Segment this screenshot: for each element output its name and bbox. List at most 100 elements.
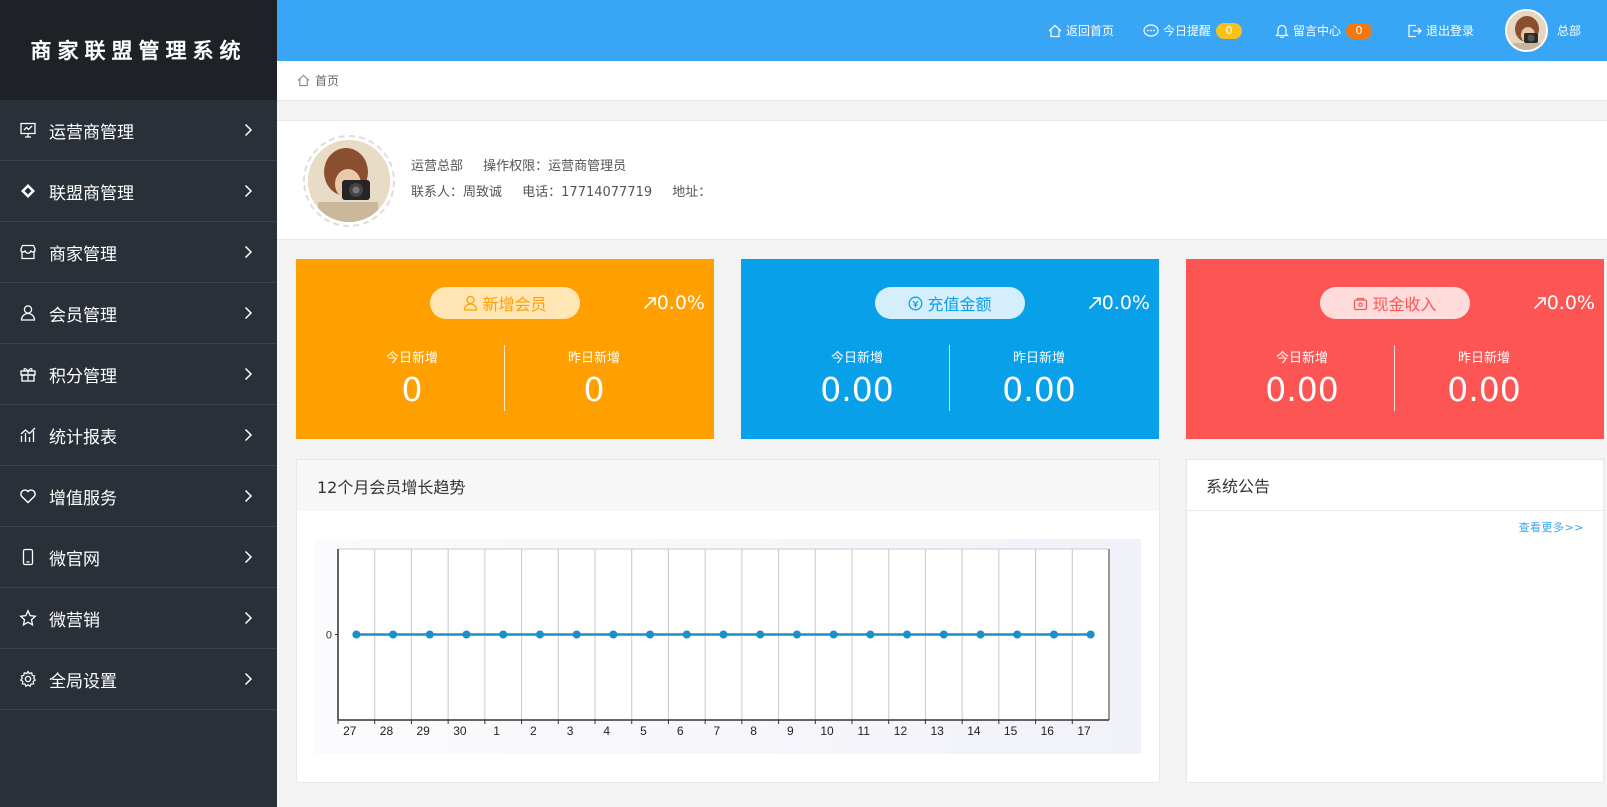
sidebar-item-9[interactable]: 全局设置 — [0, 649, 277, 710]
card-trend: 0.0% — [643, 292, 705, 314]
sidebar-item-5[interactable]: 统计报表 — [0, 405, 277, 466]
sidebar-item-3[interactable]: 会员管理 — [0, 283, 277, 344]
view-more-link[interactable]: 查看更多>> — [1519, 519, 1584, 535]
data-point — [756, 630, 765, 639]
today-label: 今日新增 — [830, 351, 883, 366]
x-tick-label: 5 — [640, 724, 647, 738]
logout-icon — [1408, 24, 1422, 37]
x-tick-label: 17 — [1077, 724, 1091, 738]
data-point — [976, 630, 985, 639]
user-icon — [19, 304, 37, 322]
x-tick-label: 15 — [1004, 724, 1018, 738]
chevron-right-icon — [244, 550, 253, 564]
diamond-icon — [19, 182, 37, 200]
data-point — [646, 630, 655, 639]
sidebar-item-label: 积分管理 — [49, 366, 117, 387]
x-tick-label: 30 — [453, 724, 467, 738]
user-name[interactable]: 总部 — [1557, 0, 1581, 61]
trend-up-icon — [643, 297, 656, 310]
card-title: 新增会员 — [482, 295, 547, 314]
store-icon — [19, 243, 37, 261]
chart-icon — [19, 426, 37, 444]
profile-phone: 电话：17714077719 — [522, 185, 653, 200]
chevron-right-icon — [244, 428, 253, 442]
home-link[interactable]: 返回首页 — [1048, 0, 1114, 61]
home-link-label: 返回首页 — [1066, 24, 1115, 38]
home-icon — [297, 74, 310, 87]
sidebar-item-label: 商家管理 — [49, 244, 117, 265]
sidebar-item-2[interactable]: 商家管理 — [0, 222, 277, 283]
trend-up-icon — [1533, 297, 1546, 310]
x-tick-label: 14 — [967, 724, 981, 738]
reminder-link[interactable]: 今日提醒 0 — [1143, 0, 1243, 61]
today-stat: 今日新增 0 — [312, 347, 512, 409]
recharge-amount-card: 充值金额 0.0% 今日新增 0.00 昨日新增 0.00 — [741, 259, 1159, 439]
data-point — [866, 630, 875, 639]
today-label: 今日新增 — [385, 351, 438, 366]
chevron-right-icon — [244, 245, 253, 259]
logout-link[interactable]: 退出登录 — [1407, 0, 1474, 61]
messages-link[interactable]: 留言中心 0 — [1275, 0, 1373, 61]
presentation-icon — [19, 121, 37, 139]
sidebar-item-4[interactable]: 积分管理 — [0, 344, 277, 405]
data-point — [572, 630, 581, 639]
card-trend-value: 0.0% — [656, 292, 705, 314]
sidebar-item-6[interactable]: 增值服务 — [0, 466, 277, 527]
yesterday-label: 昨日新增 — [567, 351, 620, 366]
y-tick-label: 0 — [326, 630, 332, 642]
data-point — [389, 630, 398, 639]
profile-line-2: 联系人：周致诚 电话：17714077719 地址： — [411, 181, 727, 200]
chevron-right-icon — [244, 123, 253, 137]
heart-icon — [19, 487, 37, 505]
sidebar-item-7[interactable]: 微官网 — [0, 527, 277, 588]
star-icon — [19, 609, 37, 627]
breadcrumb-home[interactable]: 首页 — [315, 72, 339, 89]
messages-badge: 0 — [1346, 22, 1373, 39]
x-tick-label: 27 — [343, 724, 357, 738]
yesterday-label: 昨日新增 — [1457, 351, 1510, 366]
x-tick-label: 3 — [567, 724, 574, 738]
x-tick-label: 16 — [1041, 724, 1055, 738]
profile-panel: 运营总部 操作权限：运营商管理员 联系人：周致诚 电话：17714077719 … — [277, 120, 1607, 240]
yesterday-stat: 昨日新增 0.00 — [939, 347, 1139, 409]
sidebar-item-label: 统计报表 — [49, 427, 117, 448]
yesterday-label: 昨日新增 — [1012, 351, 1065, 366]
bell-icon — [1275, 24, 1289, 38]
x-tick-label: 28 — [380, 724, 394, 738]
sidebar-item-1[interactable]: 联盟商管理 — [0, 161, 277, 222]
data-point — [1013, 630, 1022, 639]
notice-panel-title: 系统公告 — [1187, 460, 1603, 511]
chevron-right-icon — [244, 184, 253, 198]
sidebar-item-8[interactable]: 微营销 — [0, 588, 277, 649]
user-avatar[interactable] — [1505, 9, 1548, 52]
card-trend: 0.0% — [1088, 292, 1150, 314]
sidebar-item-0[interactable]: 运营商管理 — [0, 100, 277, 161]
chevron-right-icon — [244, 611, 253, 625]
messages-label: 留言中心 — [1293, 24, 1342, 38]
today-stat: 今日新增 0.00 — [1202, 347, 1402, 409]
x-tick-label: 12 — [894, 724, 908, 738]
data-point — [792, 630, 801, 639]
profile-permission: 操作权限：运营商管理员 — [483, 159, 627, 174]
data-point — [1086, 630, 1095, 639]
profile-contact: 联系人：周致诚 — [411, 185, 503, 200]
data-point — [462, 630, 471, 639]
sidebar-item-label: 增值服务 — [49, 488, 117, 509]
chevron-right-icon — [244, 367, 253, 381]
data-point — [939, 630, 948, 639]
data-point — [499, 630, 508, 639]
today-value: 0.00 — [1265, 370, 1339, 409]
x-tick-label: 1 — [493, 724, 500, 738]
x-tick-label: 13 — [930, 724, 944, 738]
gear-icon — [19, 670, 37, 688]
yesterday-stat: 昨日新增 0 — [494, 347, 694, 409]
data-point — [535, 630, 544, 639]
data-point — [903, 630, 912, 639]
x-tick-label: 9 — [787, 724, 794, 738]
notice-panel: 系统公告 查看更多>> — [1186, 459, 1604, 783]
card-trend-value: 0.0% — [1546, 292, 1595, 314]
profile-org: 运营总部 — [411, 159, 464, 174]
card-title-pill: 充值金额 — [875, 287, 1025, 319]
sidebar-item-label: 微官网 — [49, 549, 100, 570]
logout-label: 退出登录 — [1426, 24, 1475, 38]
